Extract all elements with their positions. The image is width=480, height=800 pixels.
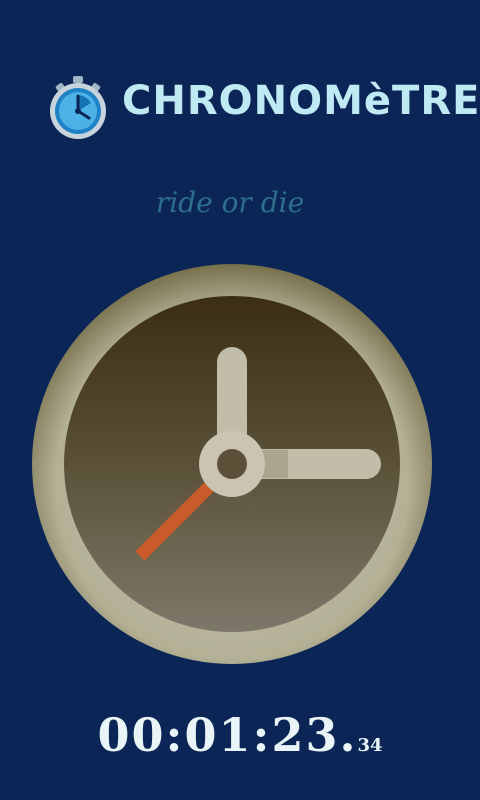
tagline: ride or die [155, 186, 305, 219]
elapsed-time-display: 00:01:23.34 [0, 708, 480, 762]
stopwatch-icon [50, 76, 106, 139]
app-header: CHRONOMèTRE [0, 70, 480, 142]
elapsed-time-ms: 34 [357, 735, 383, 756]
app-title: CHRONOMèTRE [122, 78, 480, 124]
elapsed-time-main: 00:01:23. [97, 708, 358, 762]
clock-face[interactable] [32, 264, 432, 664]
clock-hub-center [217, 449, 247, 479]
